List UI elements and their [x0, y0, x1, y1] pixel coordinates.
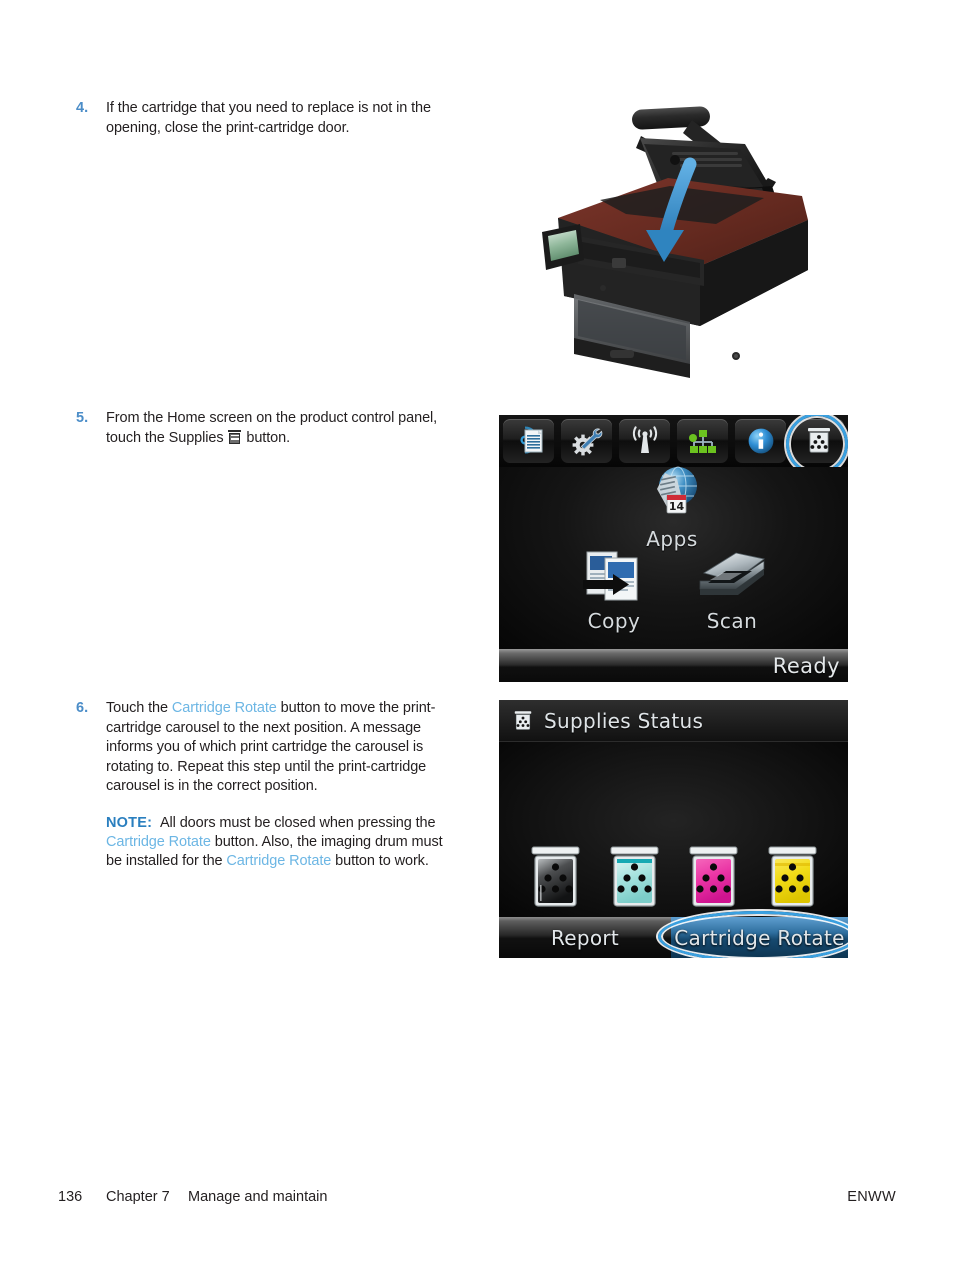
report-button-label: Report — [550, 925, 620, 950]
copy-tile-label: Copy — [587, 609, 641, 633]
home-screen-body: 14 Apps Copy Scan — [499, 466, 848, 649]
supplies-icon-row-2 — [230, 438, 239, 440]
printer-illustration — [540, 100, 860, 382]
cartridge-cyan[interactable] — [608, 845, 661, 913]
step-6-ui-ref-cartridge-rotate: Cartridge Rotate — [171, 700, 277, 716]
control-panel-home-screen[interactable]: 14 Apps Copy Scan Ready — [499, 415, 848, 682]
note-ui-ref-2: Cartridge Rotate — [226, 852, 332, 869]
home-status-text: Ready — [772, 653, 840, 678]
supplies-screen-body — [499, 742, 848, 917]
footer-enww: ENWW — [847, 1189, 896, 1205]
step-5-text: From the Home screen on the product cont… — [106, 409, 446, 448]
step-6: 6. Touch the Cartridge Rotate button to … — [76, 699, 456, 871]
supplies-icon-cap — [228, 429, 242, 432]
step-4-text: If the cartridge that you need to replac… — [106, 100, 431, 136]
supplies-icon — [514, 710, 532, 730]
supplies-icon-row-1 — [230, 434, 239, 437]
web-services-icon[interactable] — [503, 419, 554, 463]
scan-tile[interactable]: Scan — [677, 547, 787, 633]
information-icon[interactable] — [735, 419, 786, 463]
setup-wrench-gear-icon[interactable] — [561, 419, 612, 463]
page-footer: 136 Chapter 7 Manage and maintain ENWW — [58, 1189, 896, 1205]
calendar-badge: 14 — [666, 494, 687, 514]
supplies-screen-footer: Report Cartridge Rotate — [499, 911, 848, 958]
home-status-bar: Ready — [499, 649, 848, 682]
footer-chapter: Chapter 7 — [106, 1189, 170, 1205]
step-4: 4. If the cartridge that you need to rep… — [76, 99, 446, 138]
step-6-body: Touch the Cartridge Rotate button to mov… — [106, 699, 456, 871]
globe-calendar-icon: 14 — [657, 466, 697, 514]
step-6-text-part1: Touch the — [106, 700, 172, 716]
note-text-part3: button to work. — [331, 852, 429, 869]
supplies-icon — [228, 429, 242, 444]
step-6-number: 6. — [76, 700, 89, 716]
supplies-icon[interactable] — [793, 419, 844, 463]
note-text-part1: All doors must be closed when pressing t… — [159, 814, 436, 831]
cartridge-yellow[interactable] — [766, 845, 819, 913]
page-number: 136 — [58, 1189, 83, 1205]
cartridge-rotate-button[interactable]: Cartridge Rotate — [671, 917, 848, 958]
document-page: 4. If the cartridge that you need to rep… — [0, 0, 954, 1270]
flatbed-scanner-icon — [699, 552, 765, 595]
cartridge-row — [499, 845, 848, 913]
note-label: NOTE: — [106, 814, 153, 831]
svg-text:14: 14 — [669, 500, 685, 513]
footer-chapter-title: Manage and maintain — [188, 1189, 328, 1205]
wireless-icon[interactable] — [619, 419, 670, 463]
copy-tile[interactable]: Copy — [559, 547, 669, 633]
scan-tile-label: Scan — [706, 609, 758, 633]
network-icon[interactable] — [677, 419, 728, 463]
apps-tile[interactable]: 14 Apps — [617, 461, 727, 551]
supplies-screen-header: Supplies Status — [499, 700, 848, 742]
supplies-screen-title: Supplies Status — [544, 708, 704, 733]
cartridge-black[interactable] — [529, 845, 582, 913]
step-5-number: 5. — [76, 410, 89, 426]
home-toolbar — [499, 415, 848, 467]
note-ui-ref-1: Cartridge Rotate — [106, 833, 211, 850]
step-5: 5. From the Home screen on the product c… — [76, 409, 446, 448]
step-5-text-part2: button. — [242, 429, 291, 446]
note-block: NOTE: All doors must be closed when pres… — [106, 814, 456, 871]
step-4-number: 4. — [76, 100, 89, 116]
cartridge-rotate-button-label: Cartridge Rotate — [674, 925, 845, 950]
report-button[interactable]: Report — [499, 917, 671, 958]
cartridge-magenta[interactable] — [687, 845, 740, 913]
copy-pages-arrow-icon — [583, 551, 638, 601]
supplies-status-screen[interactable]: Supplies Status Report Cartridge Rotate — [499, 700, 848, 958]
